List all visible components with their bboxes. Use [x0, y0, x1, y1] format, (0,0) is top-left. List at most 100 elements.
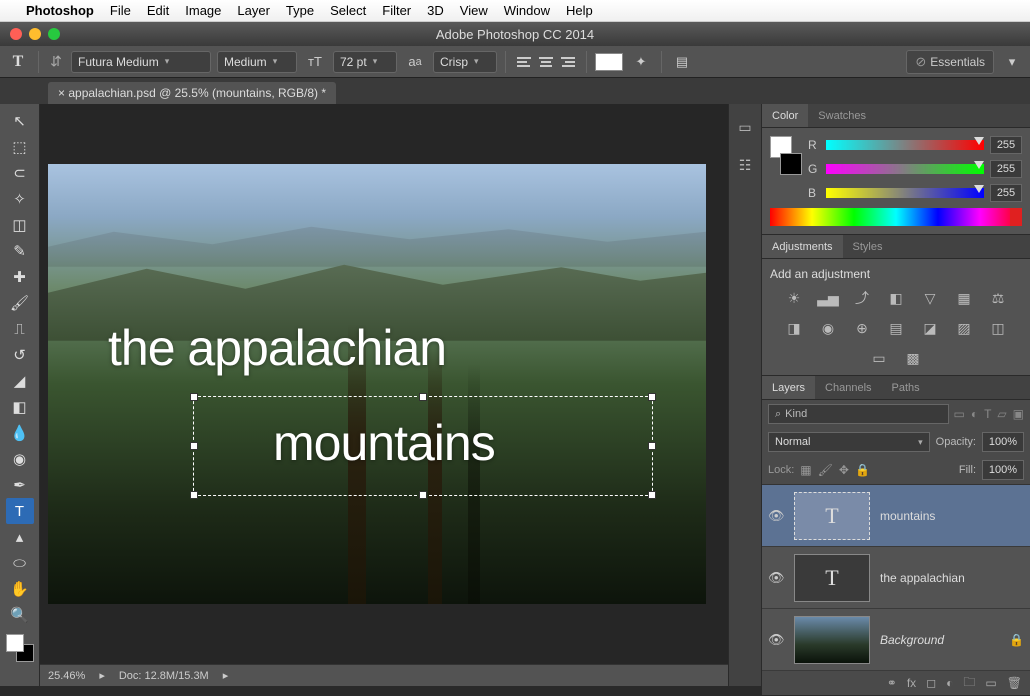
channel-mixer-icon[interactable]: ⊕	[851, 319, 873, 337]
eraser-tool-icon[interactable]: ◢	[6, 368, 34, 394]
layer-group-icon[interactable]: 🗀	[963, 673, 975, 694]
font-style-dropdown[interactable]: Medium	[217, 51, 297, 73]
filter-type-icon[interactable]: T	[984, 407, 991, 421]
orientation-toggle-icon[interactable]: ⇵	[47, 53, 65, 71]
handle-tr[interactable]	[648, 393, 656, 401]
new-layer-icon[interactable]: ▭	[985, 676, 996, 690]
layer-row[interactable]: 👁 T mountains	[762, 485, 1030, 547]
current-tool-icon[interactable]: T	[6, 50, 30, 74]
align-center-button[interactable]	[536, 53, 556, 71]
lock-all-icon[interactable]: 🔒	[855, 463, 870, 477]
layer-filter-dropdown[interactable]: Kind	[768, 404, 949, 424]
delete-layer-icon[interactable]: 🗑	[1007, 676, 1022, 690]
clone-stamp-tool-icon[interactable]: ⎍	[6, 316, 34, 342]
menu-image[interactable]: Image	[185, 3, 221, 18]
align-left-button[interactable]	[514, 53, 534, 71]
hue-sat-icon[interactable]: ▦	[953, 289, 975, 307]
tab-layers[interactable]: Layers	[762, 376, 815, 399]
crop-tool-icon[interactable]: ◫	[6, 212, 34, 238]
gradient-tool-icon[interactable]: ◧	[6, 394, 34, 420]
shape-tool-icon[interactable]: ⬭	[6, 550, 34, 576]
r-value[interactable]: 255	[990, 136, 1022, 154]
lasso-tool-icon[interactable]: ⊂	[6, 160, 34, 186]
menu-window[interactable]: Window	[504, 3, 550, 18]
workspace-switcher[interactable]: Essentials	[906, 50, 994, 74]
transform-bounding-box[interactable]	[193, 396, 653, 496]
type-tool-icon[interactable]: T	[6, 498, 34, 524]
layer-thumb-type-icon[interactable]: T	[794, 492, 870, 540]
font-family-dropdown[interactable]: Futura Medium	[71, 51, 211, 73]
brightness-contrast-icon[interactable]: ☀	[783, 289, 805, 307]
levels-icon[interactable]: ▃▅	[817, 289, 839, 307]
lock-pixels-icon[interactable]: 🖌	[818, 463, 833, 477]
gradient-map-icon[interactable]: ▭	[868, 349, 890, 367]
align-right-button[interactable]	[558, 53, 578, 71]
selective-color-icon[interactable]: ▩	[902, 349, 924, 367]
move-tool-icon[interactable]: ↖	[6, 108, 34, 134]
fill-value[interactable]: 100%	[982, 460, 1024, 480]
handle-tm[interactable]	[419, 393, 427, 401]
window-minimize-icon[interactable]	[29, 28, 41, 40]
color-balance-icon[interactable]: ⚖	[987, 289, 1009, 307]
menu-filter[interactable]: Filter	[382, 3, 411, 18]
tab-styles[interactable]: Styles	[843, 235, 893, 258]
photo-filter-icon[interactable]: ◉	[817, 319, 839, 337]
color-lookup-icon[interactable]: ▤	[885, 319, 907, 337]
color-panel-swatch[interactable]	[770, 136, 802, 180]
handle-bm[interactable]	[419, 491, 427, 499]
visibility-toggle-icon[interactable]: 👁	[768, 570, 784, 586]
fg-bg-color-swatch[interactable]	[6, 634, 34, 662]
foreground-swatch[interactable]	[6, 634, 24, 652]
properties-panel-icon[interactable]: ☷	[734, 154, 756, 176]
adjustment-layer-icon[interactable]: ◐	[946, 676, 953, 690]
layer-thumb-type-icon[interactable]: T	[794, 554, 870, 602]
layer-name[interactable]: the appalachian	[880, 571, 1024, 585]
zoom-level[interactable]: 25.46%	[48, 670, 85, 682]
antialias-dropdown[interactable]: Crisp	[433, 51, 497, 73]
posterize-icon[interactable]: ▨	[953, 319, 975, 337]
tab-color[interactable]: Color	[762, 104, 808, 127]
chevron-right-icon[interactable]: ▸	[99, 669, 105, 682]
filter-smart-icon[interactable]: ▣	[1013, 407, 1024, 421]
character-panel-icon[interactable]: ▤	[670, 50, 694, 74]
history-brush-tool-icon[interactable]: ↺	[6, 342, 34, 368]
layer-row[interactable]: 👁 Background 🔒	[762, 609, 1030, 671]
exposure-icon[interactable]: ◧	[885, 289, 907, 307]
r-slider[interactable]	[826, 140, 984, 150]
menu-photoshop[interactable]: Photoshop	[26, 3, 94, 18]
lock-transparency-icon[interactable]: ▦	[800, 463, 811, 477]
link-layers-icon[interactable]: ⚭	[887, 676, 897, 690]
vibrance-icon[interactable]: ▽	[919, 289, 941, 307]
dodge-tool-icon[interactable]: ◉	[6, 446, 34, 472]
brush-tool-icon[interactable]: 🖌	[6, 290, 34, 316]
b-slider[interactable]	[826, 188, 984, 198]
filter-adjust-icon[interactable]: ◐	[971, 407, 978, 421]
threshold-icon[interactable]: ◫	[987, 319, 1009, 337]
layer-thumb-image[interactable]	[794, 616, 870, 664]
handle-br[interactable]	[648, 491, 656, 499]
eyedropper-tool-icon[interactable]: ✎	[6, 238, 34, 264]
handle-mr[interactable]	[648, 442, 656, 450]
menu-help[interactable]: Help	[566, 3, 593, 18]
history-panel-icon[interactable]: ▭	[734, 116, 756, 138]
text-color-swatch[interactable]	[595, 53, 623, 71]
document-canvas[interactable]: the appalachian mountains	[48, 164, 706, 604]
menu-layer[interactable]: Layer	[237, 3, 270, 18]
visibility-toggle-icon[interactable]: 👁	[768, 508, 784, 524]
visibility-toggle-icon[interactable]: 👁	[768, 632, 784, 648]
handle-bl[interactable]	[190, 491, 198, 499]
menu-select[interactable]: Select	[330, 3, 366, 18]
layer-name[interactable]: Background	[880, 633, 999, 647]
handle-ml[interactable]	[190, 442, 198, 450]
curves-icon[interactable]: ⤴	[851, 289, 873, 307]
window-close-icon[interactable]	[10, 28, 22, 40]
tab-adjustments[interactable]: Adjustments	[762, 235, 843, 258]
pen-tool-icon[interactable]: ✒	[6, 472, 34, 498]
opacity-value[interactable]: 100%	[982, 432, 1024, 452]
magic-wand-tool-icon[interactable]: ✧	[6, 186, 34, 212]
tab-channels[interactable]: Channels	[815, 376, 881, 399]
menu-edit[interactable]: Edit	[147, 3, 169, 18]
options-more-icon[interactable]: ▾	[1000, 50, 1024, 74]
filter-shape-icon[interactable]: ▱	[997, 407, 1006, 421]
g-value[interactable]: 255	[990, 160, 1022, 178]
